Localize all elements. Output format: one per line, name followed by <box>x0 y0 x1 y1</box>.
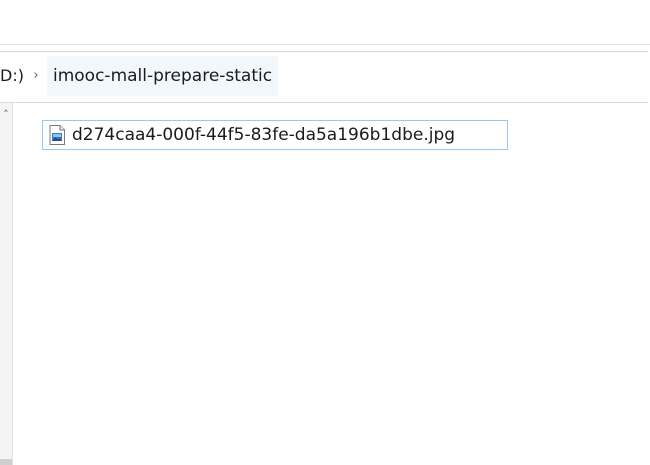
image-file-icon <box>49 125 65 145</box>
scroll-up-icon[interactable]: ˄ <box>0 109 12 121</box>
chevron-right-icon[interactable]: › <box>31 66 41 86</box>
list-item[interactable]: d274caa4-000f-44f5-83fe-da5a196b1dbe.jpg <box>42 120 508 150</box>
ribbon-area <box>0 0 650 44</box>
navigation-pane[interactable]: ˄ <box>0 103 13 465</box>
address-bar[interactable]: D:) › imooc-mall-prepare-static <box>0 51 648 103</box>
breadcrumb-drive[interactable]: D:) <box>0 66 24 86</box>
file-explorer-window: D:) › imooc-mall-prepare-static ˄ d274ca… <box>0 0 650 465</box>
navigation-pane-scrollbar[interactable] <box>0 459 12 465</box>
file-list[interactable]: d274caa4-000f-44f5-83fe-da5a196b1dbe.jpg <box>13 103 650 465</box>
ribbon-divider <box>0 44 650 45</box>
breadcrumb-current-folder[interactable]: imooc-mall-prepare-static <box>47 56 279 96</box>
file-name: d274caa4-000f-44f5-83fe-da5a196b1dbe.jpg <box>72 125 456 145</box>
